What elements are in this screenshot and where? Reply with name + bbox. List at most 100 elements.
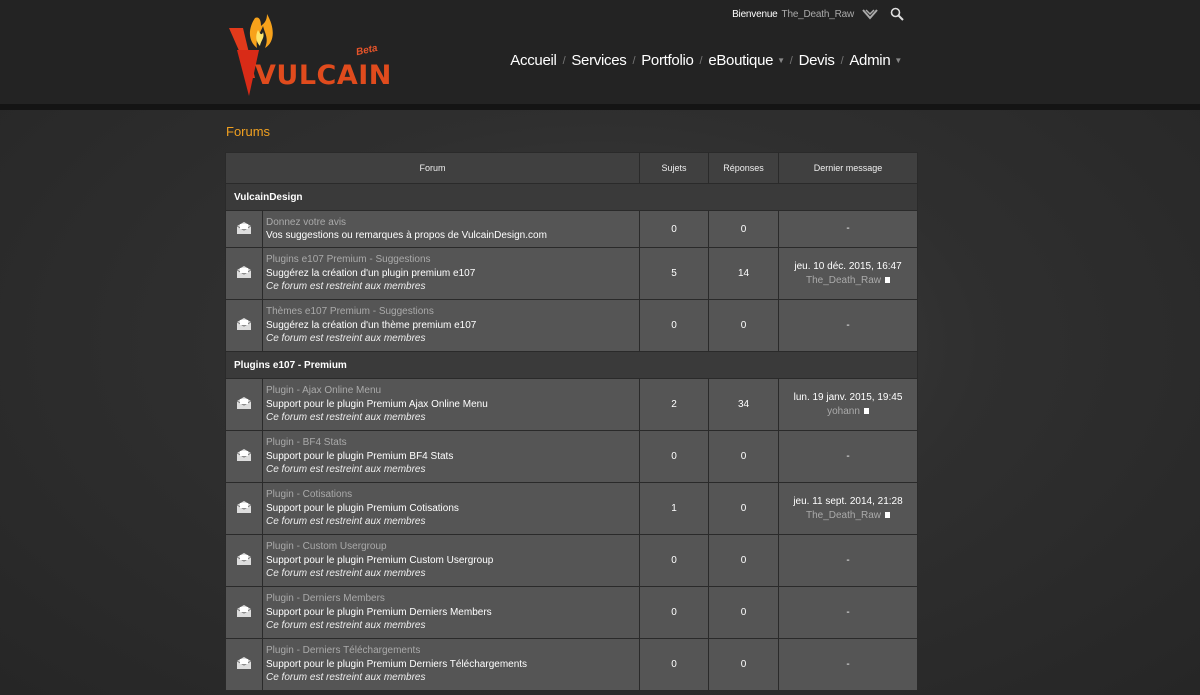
last-message-user-link[interactable]: The_Death_Raw (806, 510, 881, 521)
forum-replies-count: 0 (708, 430, 779, 483)
forum-row[interactable]: Plugin - Custom Usergroup Support pour le… (225, 534, 918, 587)
forum-last-message: lun. 19 janv. 2015, 19:45 yohann (778, 378, 918, 431)
forum-info: Plugin - Cotisations Support pour le plug… (262, 482, 640, 535)
envelope-icon (236, 449, 252, 461)
last-message-date: jeu. 10 déc. 2015, 16:47 (794, 261, 902, 272)
forum-description: Support pour le plugin Premium Custom Us… (266, 554, 494, 566)
user-bar: Bienvenue The_Death_Raw (732, 7, 904, 21)
forum-title-link[interactable]: Plugins e107 Premium - Suggestions (266, 253, 636, 267)
forum-row[interactable]: Plugin - Ajax Online Menu Support pour le… (225, 378, 918, 431)
category-row: VulcainDesign (225, 183, 918, 211)
greeting-label: Bienvenue (732, 8, 778, 20)
nav-separator: / (562, 54, 566, 67)
forum-info: Plugin - Ajax Online Menu Support pour le… (262, 378, 640, 431)
last-message-date: - (846, 658, 850, 670)
forum-replies-count: 0 (708, 638, 779, 691)
forum-title-link[interactable]: Plugin - Derniers Téléchargements (266, 644, 636, 658)
forum-table: Forum Sujets Réponses Dernier message Vu… (225, 152, 918, 691)
forum-status-cell (225, 586, 263, 639)
forum-info: Thèmes e107 Premium - Suggestions Suggére… (262, 299, 640, 352)
forum-last-message: jeu. 11 sept. 2014, 21:28 The_Death_Raw (778, 482, 918, 535)
forum-row[interactable]: Plugin - Derniers Members Support pour le… (225, 586, 918, 639)
forum-title-link[interactable]: Plugin - Ajax Online Menu (266, 384, 636, 398)
dropdown-caret-icon[interactable]: ▼ (894, 56, 902, 65)
forum-info: Plugin - Derniers Members Support pour le… (262, 586, 640, 639)
envelope-icon (236, 266, 252, 278)
forum-last-message: - (778, 534, 918, 587)
forum-restricted-note: Ce forum est restreint aux membres (266, 464, 426, 476)
last-message-user-link[interactable]: The_Death_Raw (806, 275, 881, 286)
dropdown-caret-icon[interactable]: ▼ (777, 56, 785, 65)
forum-row[interactable]: Thèmes e107 Premium - Suggestions Suggére… (225, 299, 918, 352)
forum-status-cell (225, 378, 263, 431)
forum-row[interactable]: Plugin - BF4 Stats Support pour le plugin… (225, 430, 918, 483)
forum-title-link[interactable]: Thèmes e107 Premium - Suggestions (266, 305, 636, 319)
forum-row[interactable]: Plugin - Derniers Téléchargements Support… (225, 638, 918, 691)
nav-item-4[interactable]: Devis (798, 52, 836, 69)
forum-restricted-note: Ce forum est restreint aux membres (266, 281, 426, 293)
category-row: Plugins e107 - Premium (225, 351, 918, 379)
nav-separator: / (789, 54, 793, 67)
forum-last-message: - (778, 638, 918, 691)
forum-row[interactable]: Donnez votre avis Vos suggestions ou rema… (225, 210, 918, 248)
header-last-message: Dernier message (778, 152, 918, 184)
nav-item-3[interactable]: eBoutique (707, 52, 774, 69)
forum-last-message: - (778, 430, 918, 483)
forum-info: Plugin - BF4 Stats Support pour le plugin… (262, 430, 640, 483)
forum-info: Plugins e107 Premium - Suggestions Suggér… (262, 247, 640, 300)
forum-restricted-note: Ce forum est restreint aux membres (266, 333, 426, 345)
forum-status-cell (225, 210, 263, 248)
forum-replies-count: 0 (708, 586, 779, 639)
nav-item-0[interactable]: Accueil (509, 52, 557, 69)
forum-topics-count: 0 (639, 210, 709, 248)
nav-item-1[interactable]: Services (570, 52, 627, 69)
forum-description: Support pour le plugin Premium Derniers … (266, 606, 492, 618)
forum-last-message: - (778, 299, 918, 352)
last-message-date: - (846, 319, 850, 331)
breadcrumb[interactable]: Forums (226, 124, 270, 139)
go-to-post-icon[interactable] (885, 511, 891, 518)
forum-row[interactable]: Plugin - Cotisations Support pour le plug… (225, 482, 918, 535)
nav-separator: / (699, 54, 703, 67)
forum-title-link[interactable]: Donnez votre avis (266, 216, 636, 230)
nav-item-5[interactable]: Admin (848, 52, 891, 69)
go-to-post-icon[interactable] (885, 276, 891, 283)
nav-separator: / (632, 54, 636, 67)
forum-title-link[interactable]: Plugin - Cotisations (266, 488, 636, 502)
forum-status-cell (225, 482, 263, 535)
forum-info: Plugin - Custom Usergroup Support pour le… (262, 534, 640, 587)
forum-topics-count: 5 (639, 247, 709, 300)
envelope-icon (236, 318, 252, 330)
forum-status-cell (225, 638, 263, 691)
category-title[interactable]: Plugins e107 - Premium (225, 351, 918, 379)
brand-wordmark[interactable]: VULCAIN (255, 60, 392, 91)
forum-title-link[interactable]: Plugin - BF4 Stats (266, 436, 636, 450)
forum-topics-count: 0 (639, 430, 709, 483)
nav-item-2[interactable]: Portfolio (640, 52, 694, 69)
forum-row[interactable]: Plugins e107 Premium - Suggestions Suggér… (225, 247, 918, 300)
last-message-user-link[interactable]: yohann (827, 406, 860, 417)
search-icon[interactable] (890, 7, 904, 21)
forum-restricted-note: Ce forum est restreint aux membres (266, 620, 426, 632)
forum-description: Vos suggestions ou remarques à propos de… (266, 230, 547, 241)
forum-topics-count: 2 (639, 378, 709, 431)
chevron-down-icon[interactable] (862, 8, 878, 20)
main-nav: Accueil / Services / Portfolio / eBoutique ▼ / De… (509, 52, 902, 69)
nav-separator: / (840, 54, 844, 67)
header-topics: Sujets (639, 152, 709, 184)
forum-status-cell (225, 299, 263, 352)
envelope-icon (236, 221, 252, 234)
forum-restricted-note: Ce forum est restreint aux membres (266, 516, 426, 528)
forum-info: Donnez votre avis Vos suggestions ou rema… (262, 210, 640, 248)
forum-title-link[interactable]: Plugin - Derniers Members (266, 592, 636, 606)
category-title[interactable]: VulcainDesign (225, 183, 918, 211)
last-message-date: - (846, 606, 850, 618)
username-link[interactable]: The_Death_Raw (782, 9, 855, 20)
forum-topics-count: 0 (639, 638, 709, 691)
forum-description: Support pour le plugin Premium Cotisatio… (266, 502, 459, 514)
go-to-post-icon[interactable] (863, 407, 869, 414)
forum-status-cell (225, 430, 263, 483)
forum-title-link[interactable]: Plugin - Custom Usergroup (266, 540, 636, 554)
forum-description: Suggérez la création d'un plugin premium… (266, 267, 476, 279)
envelope-icon (236, 605, 252, 617)
